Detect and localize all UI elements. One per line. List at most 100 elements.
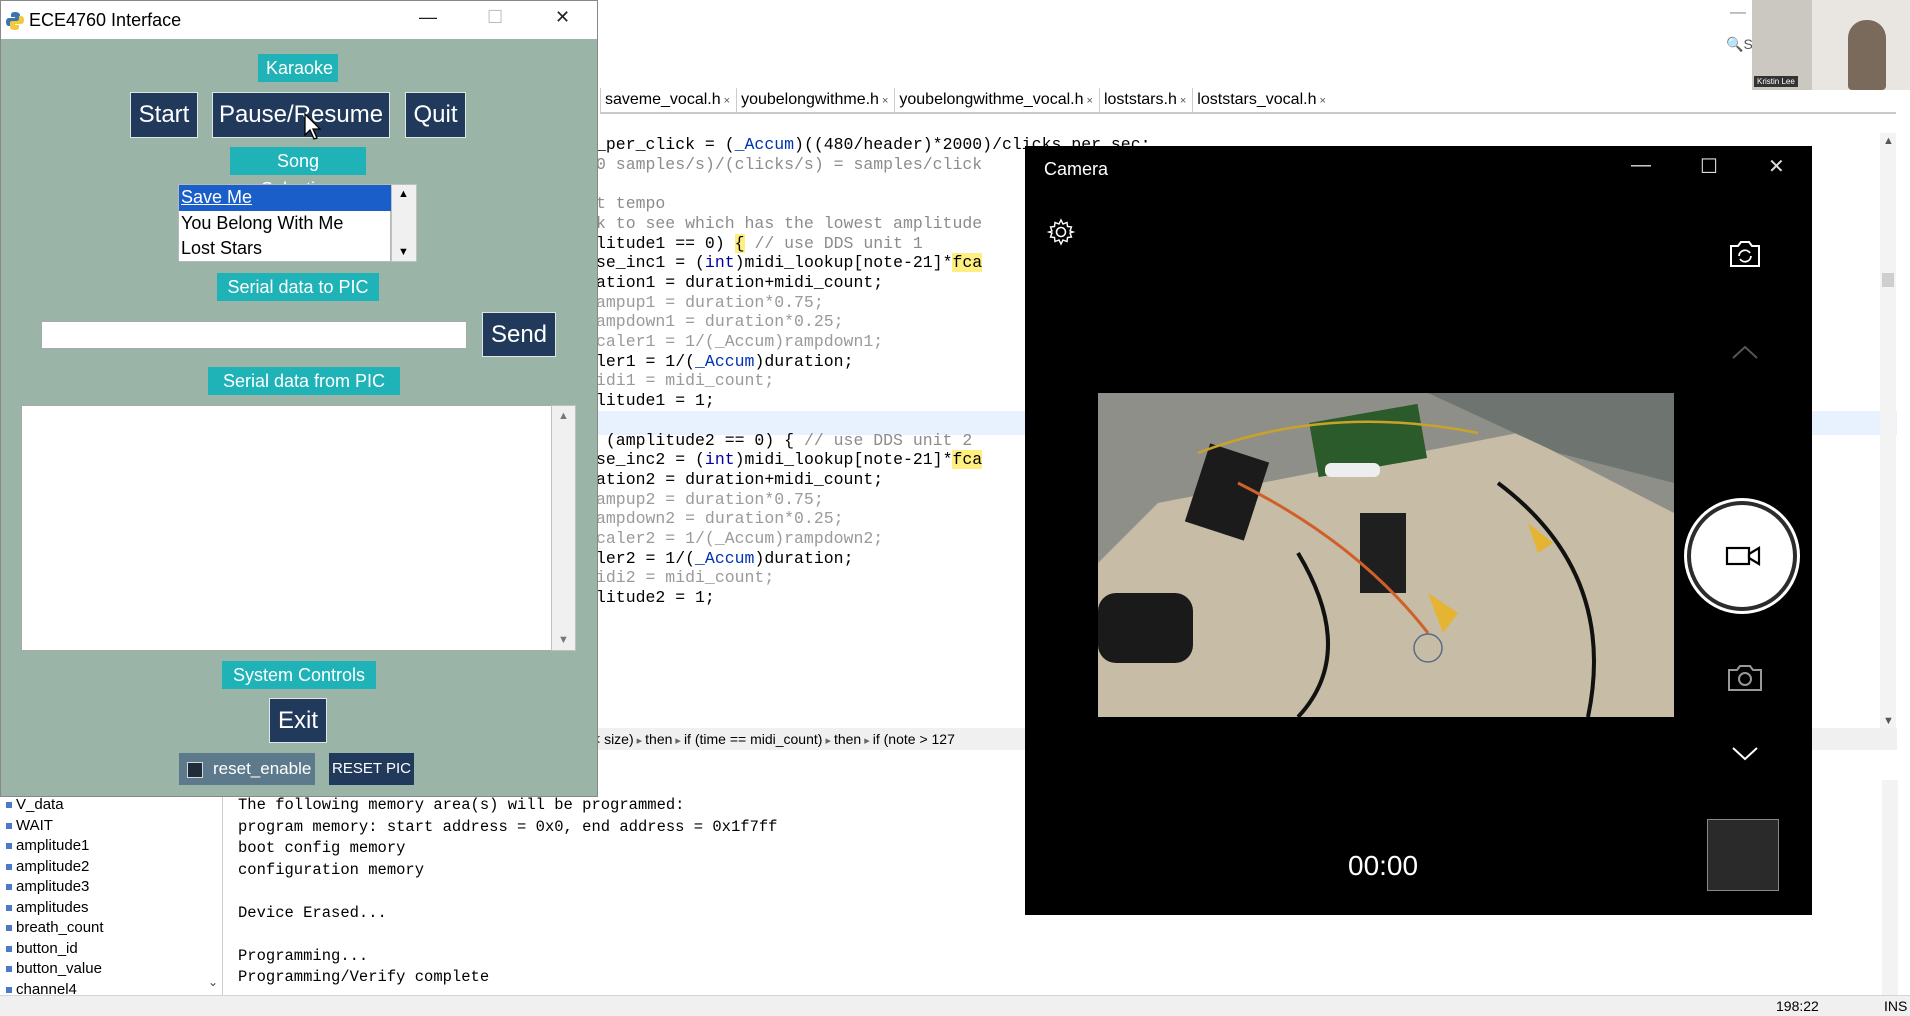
reset-enable-label: reset_enable (213, 759, 312, 778)
last-capture-thumbnail[interactable] (1707, 819, 1779, 891)
camera-title: Camera (1044, 159, 1109, 179)
close-button[interactable]: ✕ (555, 7, 570, 28)
breadcrumb-item[interactable]: < size) (592, 731, 634, 747)
settings-icon[interactable] (1047, 218, 1075, 246)
cursor-position: 198:22 (1776, 998, 1819, 1014)
scroll-up-icon[interactable]: ▲ (558, 410, 569, 422)
navigator-item[interactable]: amplitude3 (0, 877, 222, 898)
scroll-thumb[interactable] (1882, 273, 1894, 287)
camera-minimize-button[interactable]: — (1631, 154, 1651, 177)
code-line: litude2 = 1; (596, 588, 715, 608)
close-tab-icon[interactable]: × (1087, 95, 1093, 107)
record-video-button[interactable] (1687, 501, 1797, 611)
song-selection-label: Song Selection (230, 147, 366, 199)
close-tab-icon[interactable]: × (882, 95, 888, 107)
reset-pic-button[interactable]: RESET PIC (329, 753, 414, 785)
serial-output-scrollbar[interactable]: ▲ ▼ (551, 405, 576, 651)
chevron-down-icon[interactable] (1729, 744, 1761, 764)
song-list-item[interactable]: Save Me (179, 185, 391, 211)
insert-mode: INS (1884, 998, 1908, 1014)
navigator-item[interactable]: amplitude1 (0, 836, 222, 857)
navigator-item-label: amplitude1 (16, 837, 90, 854)
serial-to-pic-label: Serial data to PIC (217, 273, 379, 301)
code-line: 0 samples/s)/(clicks/s) = samples/click (596, 154, 983, 174)
switch-camera-icon[interactable] (1725, 234, 1765, 274)
exit-button[interactable]: Exit (269, 698, 327, 743)
navigator-item-label: V_data (16, 796, 64, 813)
status-bar: 198:22 INS (0, 995, 1910, 1016)
breadcrumb-item[interactable]: if (note > 127 (873, 731, 955, 747)
minimize-button[interactable]: — (419, 7, 437, 28)
scroll-down-icon[interactable]: ▼ (558, 634, 569, 646)
pause-resume-button[interactable]: Pause/Resume (212, 92, 390, 138)
quit-button[interactable]: Quit (405, 92, 466, 138)
editor-tab[interactable]: saveme_vocal.h × (600, 88, 736, 112)
webcam-thumbnail: Kristin Lee (1752, 0, 1910, 90)
editor-tab-bar: saveme_vocal.h × youbelongwithme.h × youbelo… (600, 88, 1332, 112)
navigator-item[interactable]: breath_count (0, 918, 222, 939)
tab-underline (600, 112, 1896, 114)
close-tab-icon[interactable]: × (1180, 95, 1186, 107)
close-tab-icon[interactable]: × (724, 95, 730, 107)
scroll-up-icon[interactable]: ▲ (398, 188, 409, 200)
start-button[interactable]: Start (130, 92, 198, 138)
scroll-down-icon[interactable]: ▼ (1883, 715, 1894, 727)
navigator-item[interactable]: V_data (0, 795, 222, 816)
reset-enable-checkbox[interactable]: reset_enable (179, 753, 315, 785)
variable-icon (6, 863, 12, 870)
output-line: Programming/Verify complete (238, 968, 490, 986)
navigator-item-label: breath_count (16, 919, 104, 936)
editor-tab[interactable]: youbelongwithme.h × (736, 88, 894, 112)
variable-icon (6, 925, 12, 932)
maximize-button[interactable]: ☐ (487, 7, 503, 28)
breadcrumb-item[interactable]: then (645, 731, 672, 747)
send-button[interactable]: Send (482, 312, 556, 357)
scroll-down-icon[interactable]: ▼ (398, 246, 409, 258)
serial-from-pic-label: Serial data from PIC (208, 367, 400, 395)
camera-maximize-button[interactable]: ☐ (1700, 154, 1718, 179)
navigator-item[interactable]: button_value (0, 959, 222, 980)
tab-label: loststars_vocal.h (1197, 91, 1317, 108)
song-list-item[interactable]: You Belong With Me (179, 211, 390, 237)
chevron-down-icon[interactable]: ⌄ (208, 975, 218, 989)
scroll-up-icon[interactable]: ▲ (1883, 135, 1894, 147)
editor-tab[interactable]: loststars.h × (1098, 88, 1192, 112)
chevron-up-icon[interactable] (1729, 342, 1761, 362)
camera-close-button[interactable]: ✕ (1768, 154, 1785, 179)
song-list-scrollbar[interactable]: ▲ ▼ (391, 184, 417, 262)
navigator-item[interactable]: amplitude2 (0, 857, 222, 878)
navigator-item-label: amplitudes (16, 898, 89, 916)
photo-camera-icon[interactable] (1725, 661, 1765, 695)
song-listbox[interactable]: Save Me You Belong With Me Lost Stars (178, 184, 391, 262)
tab-label: youbelongwithme.h (741, 91, 879, 108)
navigator-panel: V_data WAIT amplitude1 amplitude2 amplitude3… (0, 795, 223, 998)
tab-label: loststars.h (1103, 91, 1177, 108)
editor-tab[interactable]: youbelongwithme_vocal.h × (894, 88, 1099, 112)
editor-tab[interactable]: loststars_vocal.h × (1192, 88, 1332, 112)
variable-icon (6, 966, 12, 973)
serial-input-field[interactable] (41, 321, 467, 349)
navigator-item[interactable]: button_id (0, 939, 222, 960)
camera-preview (1098, 393, 1674, 717)
checkbox-box[interactable] (187, 762, 203, 778)
variable-icon (6, 884, 12, 891)
breadcrumb-item[interactable]: if (time == midi_count) (684, 731, 823, 747)
serial-output-textbox[interactable] (21, 405, 552, 651)
webcam-name-tag: Kristin Lee (1754, 76, 1798, 87)
output-scrollbar[interactable] (1882, 780, 1898, 995)
navigator-item[interactable]: amplitudes (0, 898, 222, 919)
ide-search-box[interactable]: 🔍S (1726, 36, 1753, 53)
navigator-item-label: WAIT (16, 816, 53, 834)
close-tab-icon[interactable]: × (1319, 95, 1325, 107)
breadcrumb-item[interactable]: then (834, 731, 861, 747)
editor-scrollbar[interactable]: ▲ ▼ (1880, 133, 1896, 733)
ide-minimize-button[interactable]: — (1730, 4, 1746, 22)
song-list-item[interactable]: Lost Stars (179, 236, 390, 262)
python-logo-icon (6, 12, 24, 30)
tab-label: saveme_vocal.h (605, 91, 721, 108)
navigator-item[interactable]: WAIT (0, 816, 222, 837)
window-titlebar: ECE4760 Interface — ☐ ✕ (1, 1, 597, 39)
variable-icon (6, 822, 12, 829)
variable-icon (6, 843, 12, 850)
